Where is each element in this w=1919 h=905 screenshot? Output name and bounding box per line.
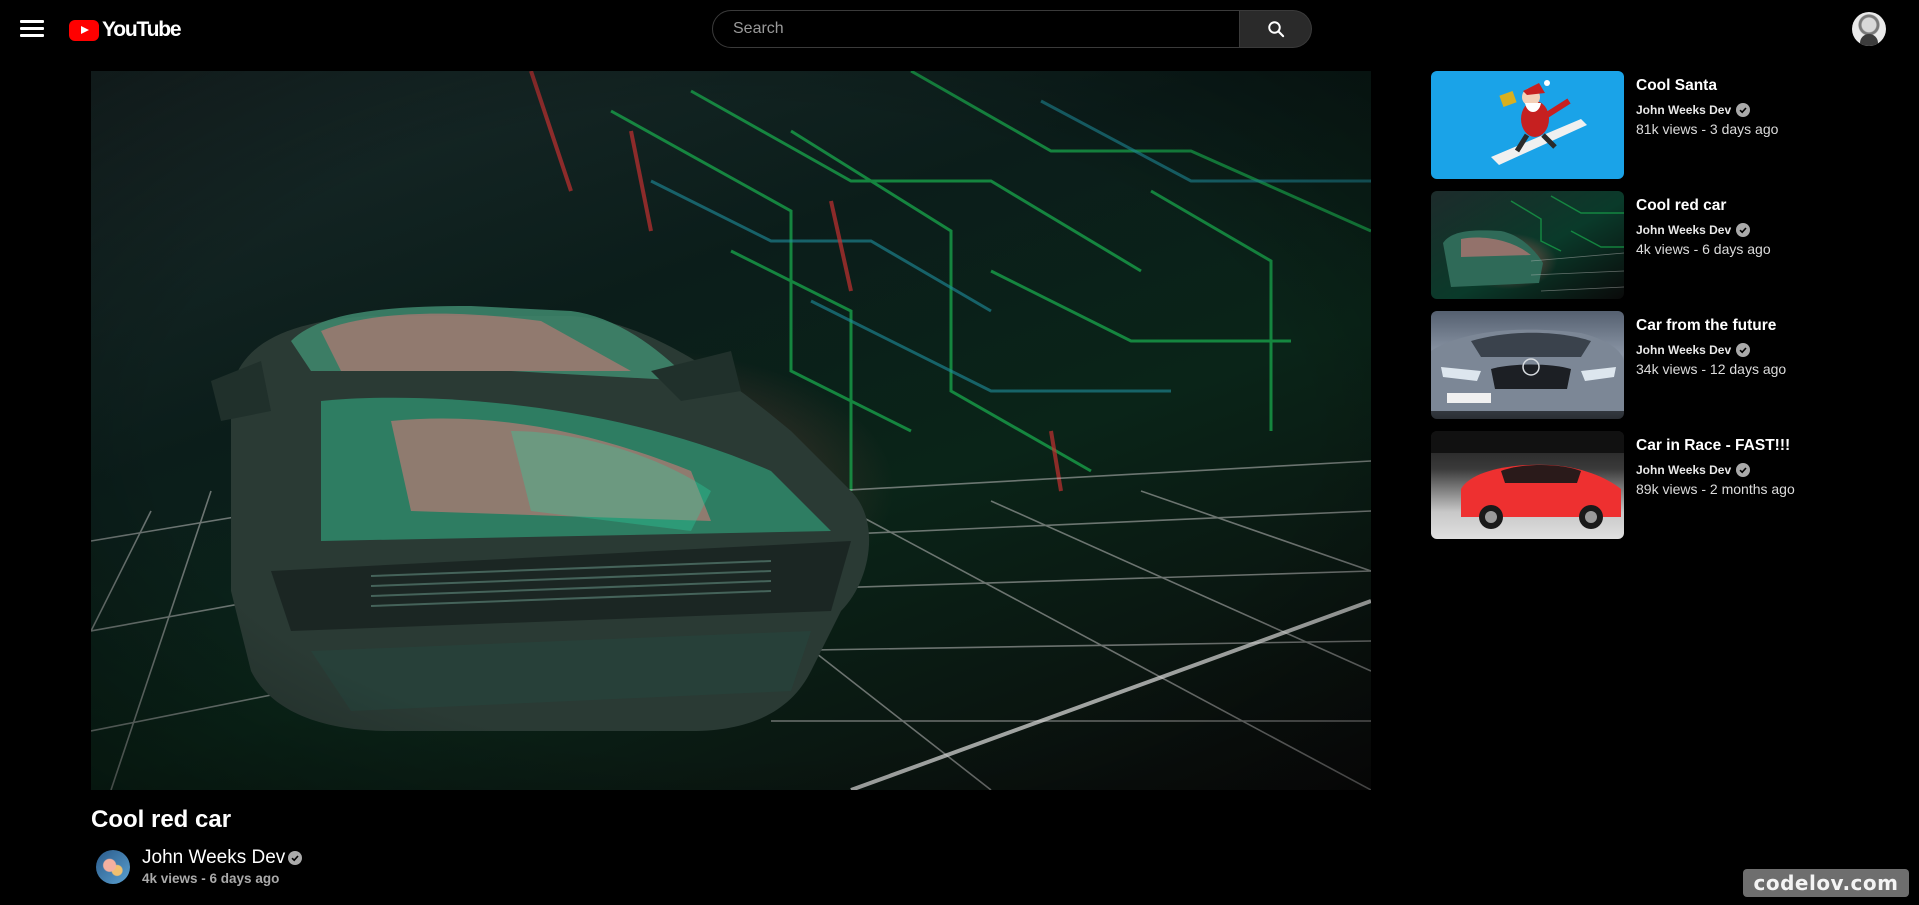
recommendation-title[interactable]: Car in Race - FAST!!! [1636, 437, 1795, 455]
recommendation-item[interactable]: Cool red car John Weeks Dev 4k views - 6… [1431, 191, 1871, 299]
thumbnail-car-future[interactable] [1431, 311, 1624, 419]
car-thumbnail-art [1431, 431, 1624, 529]
recommendation-title[interactable]: Cool red car [1636, 197, 1771, 215]
thumbnail-santa[interactable] [1431, 71, 1624, 179]
channel-avatar[interactable] [96, 850, 130, 884]
recommendation-channel-text: John Weeks Dev [1636, 223, 1732, 237]
channel-row: John Weeks Dev 4k views - 6 days ago [96, 846, 303, 888]
video-frame-scene [91, 71, 1371, 790]
verified-icon [1736, 343, 1751, 357]
recommendation-item[interactable]: Cool Santa John Weeks Dev 81k views - 3 … [1431, 71, 1871, 179]
recommendation-stats: 4k views - 6 days ago [1636, 241, 1771, 257]
play-logo-icon [69, 19, 99, 41]
search-button[interactable] [1240, 10, 1312, 48]
recommendation-info: Cool Santa John Weeks Dev 81k views - 3 … [1636, 77, 1778, 137]
car-thumbnail-art [1443, 195, 1624, 292]
video-title: Cool red car [91, 806, 232, 833]
car-thumbnail-art [1431, 329, 1624, 411]
thumbnail-cool-red-car[interactable] [1431, 191, 1624, 299]
recommendation-info: Car from the future John Weeks Dev 34k v… [1636, 317, 1786, 377]
channel-name[interactable]: John Weeks Dev [142, 847, 303, 868]
recommendations-list: Cool Santa John Weeks Dev 81k views - 3 … [1431, 71, 1871, 551]
recommendation-channel[interactable]: John Weeks Dev [1636, 103, 1778, 117]
search-bar [712, 10, 1312, 48]
watermark: codelov.com [1743, 869, 1909, 897]
recommendation-channel-text: John Weeks Dev [1636, 343, 1732, 357]
verified-icon [288, 851, 303, 865]
channel-meta: John Weeks Dev 4k views - 6 days ago [142, 847, 303, 886]
recommendation-item[interactable]: Car in Race - FAST!!! John Weeks Dev 89k… [1431, 431, 1871, 539]
recommendation-channel-text: John Weeks Dev [1636, 463, 1732, 477]
video-player[interactable] [91, 71, 1371, 790]
recommendation-title[interactable]: Cool Santa [1636, 77, 1778, 95]
thumbnail-car-race[interactable] [1431, 431, 1624, 539]
verified-icon [1736, 103, 1751, 117]
recommendation-stats: 89k views - 2 months ago [1636, 481, 1795, 497]
santa-thumbnail-art [1491, 80, 1587, 165]
recommendation-channel[interactable]: John Weeks Dev [1636, 343, 1786, 357]
recommendation-info: Car in Race - FAST!!! John Weeks Dev 89k… [1636, 437, 1795, 497]
recommendation-stats: 81k views - 3 days ago [1636, 121, 1779, 137]
search-icon [1267, 21, 1284, 38]
recommendation-channel-text: John Weeks Dev [1636, 103, 1732, 117]
user-avatar[interactable] [1852, 12, 1886, 46]
top-bar: YouTube [0, 0, 1919, 58]
recommendation-channel[interactable]: John Weeks Dev [1636, 223, 1771, 237]
verified-icon [1736, 223, 1751, 237]
channel-name-text: John Weeks Dev [142, 847, 286, 868]
recommendation-item[interactable]: Car from the future John Weeks Dev 34k v… [1431, 311, 1871, 419]
menu-icon[interactable] [20, 20, 44, 38]
recommendation-info: Cool red car John Weeks Dev 4k views - 6… [1636, 197, 1771, 257]
verified-icon [1736, 463, 1751, 477]
search-input[interactable] [712, 10, 1240, 48]
logo-text: YouTube [102, 18, 182, 41]
video-stats: 4k views - 6 days ago [142, 871, 280, 886]
recommendation-stats: 34k views - 12 days ago [1636, 361, 1787, 377]
recommendation-title[interactable]: Car from the future [1636, 317, 1786, 335]
recommendation-channel[interactable]: John Weeks Dev [1636, 463, 1795, 477]
youtube-logo[interactable]: YouTube [69, 18, 182, 42]
